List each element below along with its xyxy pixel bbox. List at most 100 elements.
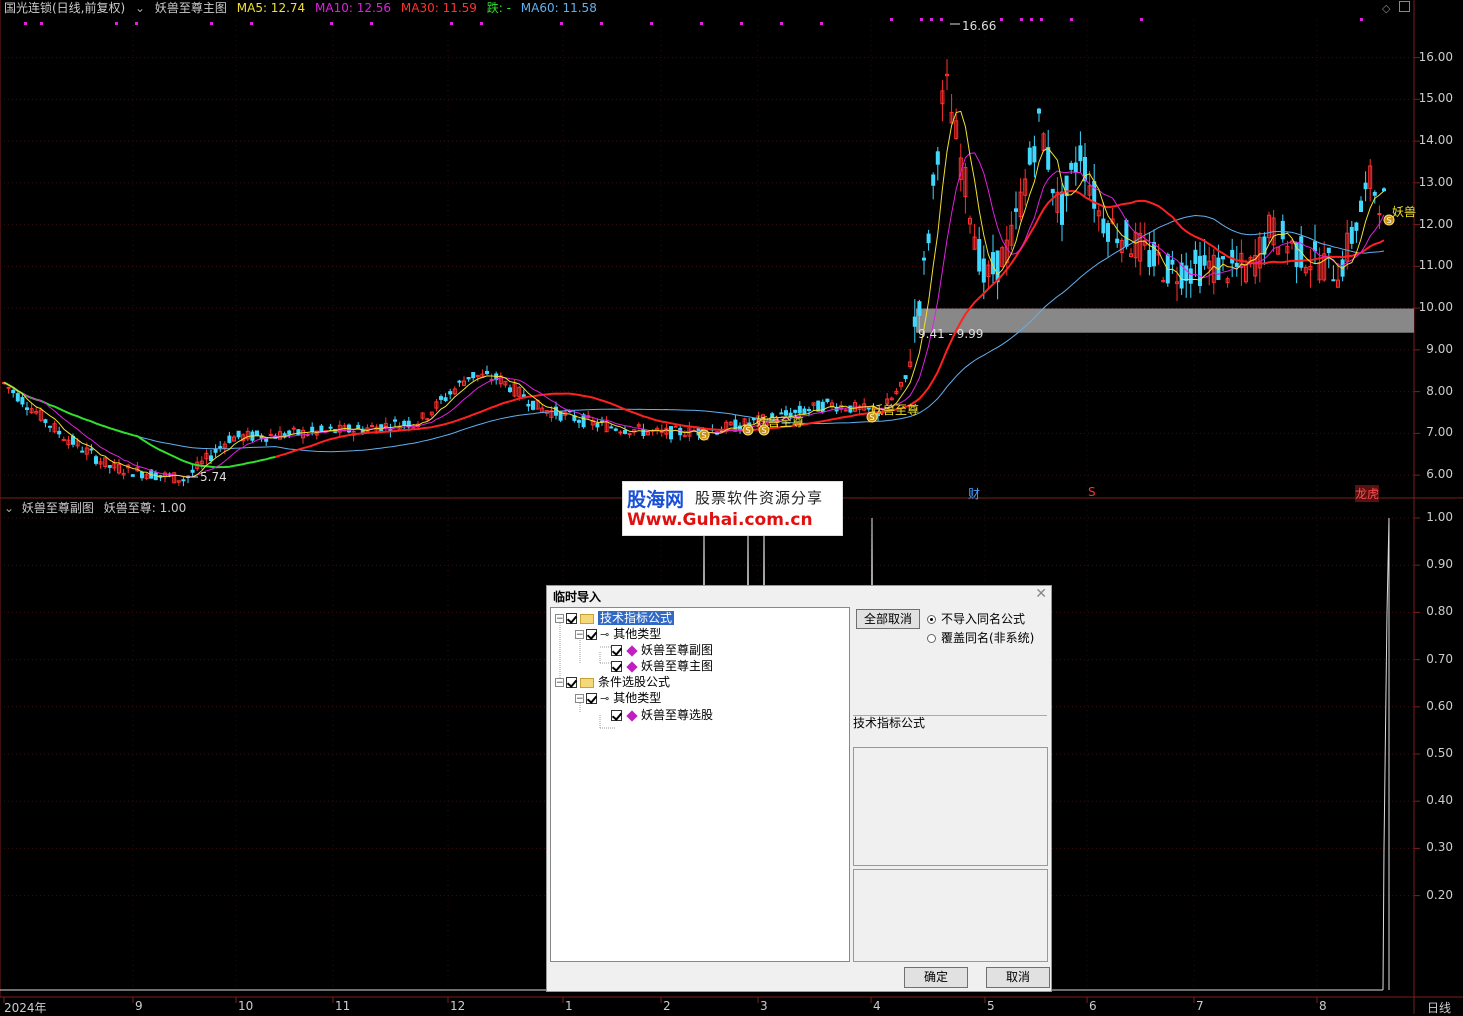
candle-body	[130, 474, 135, 477]
y-tick-label: 13.00	[1418, 174, 1453, 189]
support-zone	[916, 308, 1414, 333]
tree-node-main-chart[interactable]: 妖兽至尊主图	[611, 659, 713, 674]
event-s[interactable]: S	[1088, 485, 1096, 499]
checkbox[interactable]	[611, 661, 622, 672]
tree-node-select[interactable]: 妖兽至尊选股	[611, 708, 713, 723]
y-tick-label: 0.50	[1426, 746, 1453, 760]
candle-body	[209, 455, 213, 461]
signal-marker	[210, 22, 213, 25]
signal-marker	[600, 22, 603, 25]
candle-body	[1313, 241, 1317, 252]
checkbox[interactable]	[566, 613, 577, 624]
candle-body	[1349, 226, 1354, 244]
x-tick-label: 2	[663, 999, 671, 1013]
signal-marker	[780, 22, 783, 25]
signal-marker	[1000, 18, 1003, 21]
x-tick-label: 12	[450, 999, 466, 1013]
candle-body	[816, 400, 821, 412]
formula-tree[interactable]: − 技术指标公式 − ⊸ 其他类型 妖兽至尊副图 妖兽至尊主图 − 条件选股公式 − ⊸ 其…	[550, 607, 850, 962]
candle-body	[1078, 145, 1083, 162]
watermark: 股海网 股票软件资源分享 Www.Guhai.com.cn	[622, 481, 843, 536]
collapse-icon[interactable]: −	[575, 630, 584, 640]
signal-marker	[450, 22, 453, 25]
candle-body	[158, 474, 163, 477]
candle-body	[1354, 222, 1359, 231]
indicator-name[interactable]: 妖兽至尊主图	[155, 1, 227, 15]
info-panel-top	[853, 747, 1048, 866]
radio-icon[interactable]	[927, 615, 936, 624]
tree-node-other-type[interactable]: − ⊸ 其他类型	[575, 627, 661, 642]
close-icon[interactable]: ✕	[1035, 586, 1047, 602]
cancel-all-button[interactable]: 全部取消	[856, 609, 920, 629]
collapse-icon[interactable]: −	[555, 614, 564, 624]
candle-body	[1106, 223, 1110, 242]
watermark-logo: 股海网	[627, 489, 685, 511]
candle-body	[618, 431, 623, 434]
candle-body	[1037, 108, 1041, 114]
ok-button[interactable]: 确定	[904, 967, 968, 988]
tree-node-tech-formula[interactable]: − 技术指标公式	[555, 611, 675, 626]
candle-body	[393, 419, 397, 422]
checkbox[interactable]	[566, 677, 577, 688]
candle-body	[1382, 188, 1386, 192]
checkbox[interactable]	[586, 629, 597, 640]
ma30-green-line	[3, 381, 276, 469]
dropdown-icon[interactable]: ⌄	[135, 1, 145, 15]
signal-label: 妖兽	[1392, 205, 1417, 219]
candle-body	[609, 426, 614, 429]
candle-body	[751, 417, 756, 421]
y-tick-label: 0.70	[1426, 651, 1453, 666]
window-icon[interactable]	[1399, 1, 1410, 12]
candle-body	[641, 428, 646, 436]
candle-body	[25, 407, 29, 410]
info-panel-bottom	[853, 869, 1048, 962]
cancel-button[interactable]: 取消	[986, 967, 1050, 988]
sub-indicator-name[interactable]: 妖兽至尊副图	[22, 501, 94, 515]
dropdown-icon[interactable]: ⌄	[4, 501, 14, 515]
candle-body	[1115, 238, 1120, 244]
diamond-icon[interactable]: ◇	[1382, 2, 1390, 15]
collapse-icon[interactable]: −	[575, 694, 584, 704]
radio-icon[interactable]	[927, 634, 936, 643]
checkbox[interactable]	[611, 645, 622, 656]
radio-overwrite[interactable]: 覆盖同名(非系统)	[927, 629, 1034, 646]
radio-no-import[interactable]: 不导入同名公式	[927, 610, 1025, 627]
ma5-value: MA5: 12.74	[236, 1, 306, 15]
y-tick-label: 0.80	[1426, 604, 1453, 619]
candle-body	[1050, 188, 1055, 194]
candle-body	[1202, 255, 1207, 266]
signal-label: 妖兽至尊	[871, 403, 920, 417]
candle-body	[926, 233, 931, 244]
sub-indicator-value: 妖兽至尊: 1.00	[103, 501, 187, 515]
formula-icon	[626, 709, 638, 722]
candle-body	[1188, 268, 1193, 284]
checkbox[interactable]	[586, 693, 597, 704]
high-price-label: 16.66	[962, 19, 997, 33]
y-tick-label: 0.90	[1426, 557, 1453, 572]
candle-body	[1147, 250, 1152, 268]
tree-node-select-formula[interactable]: − 条件选股公式	[555, 675, 670, 690]
candle-body	[848, 405, 853, 413]
candle-body	[1152, 242, 1156, 267]
checkbox[interactable]	[611, 710, 622, 721]
candle-body	[843, 409, 848, 412]
collapse-icon[interactable]: −	[555, 678, 564, 688]
y-tick-label: 16.00	[1418, 49, 1453, 64]
candle-body	[140, 471, 144, 479]
candle-body	[807, 409, 811, 412]
candle-body	[107, 465, 112, 468]
candle-body	[1069, 162, 1074, 170]
tree-node-other-type-2[interactable]: − ⊸ 其他类型	[575, 691, 661, 706]
candle-body	[917, 301, 922, 316]
tree-node-sub-chart[interactable]: 妖兽至尊副图	[611, 643, 713, 658]
candle-body	[935, 151, 940, 165]
watermark-subtitle: 股票软件资源分享	[695, 489, 824, 507]
candle-body	[425, 418, 430, 421]
y-tick-label: 10.00	[1418, 300, 1453, 315]
signal-marker	[1140, 18, 1143, 21]
period-label[interactable]: 日线	[1427, 999, 1451, 1016]
candle-body	[1331, 279, 1336, 282]
candle-body	[319, 425, 324, 432]
event-longhu[interactable]: 龙虎	[1355, 485, 1380, 502]
event-cai[interactable]: 财	[968, 485, 980, 502]
